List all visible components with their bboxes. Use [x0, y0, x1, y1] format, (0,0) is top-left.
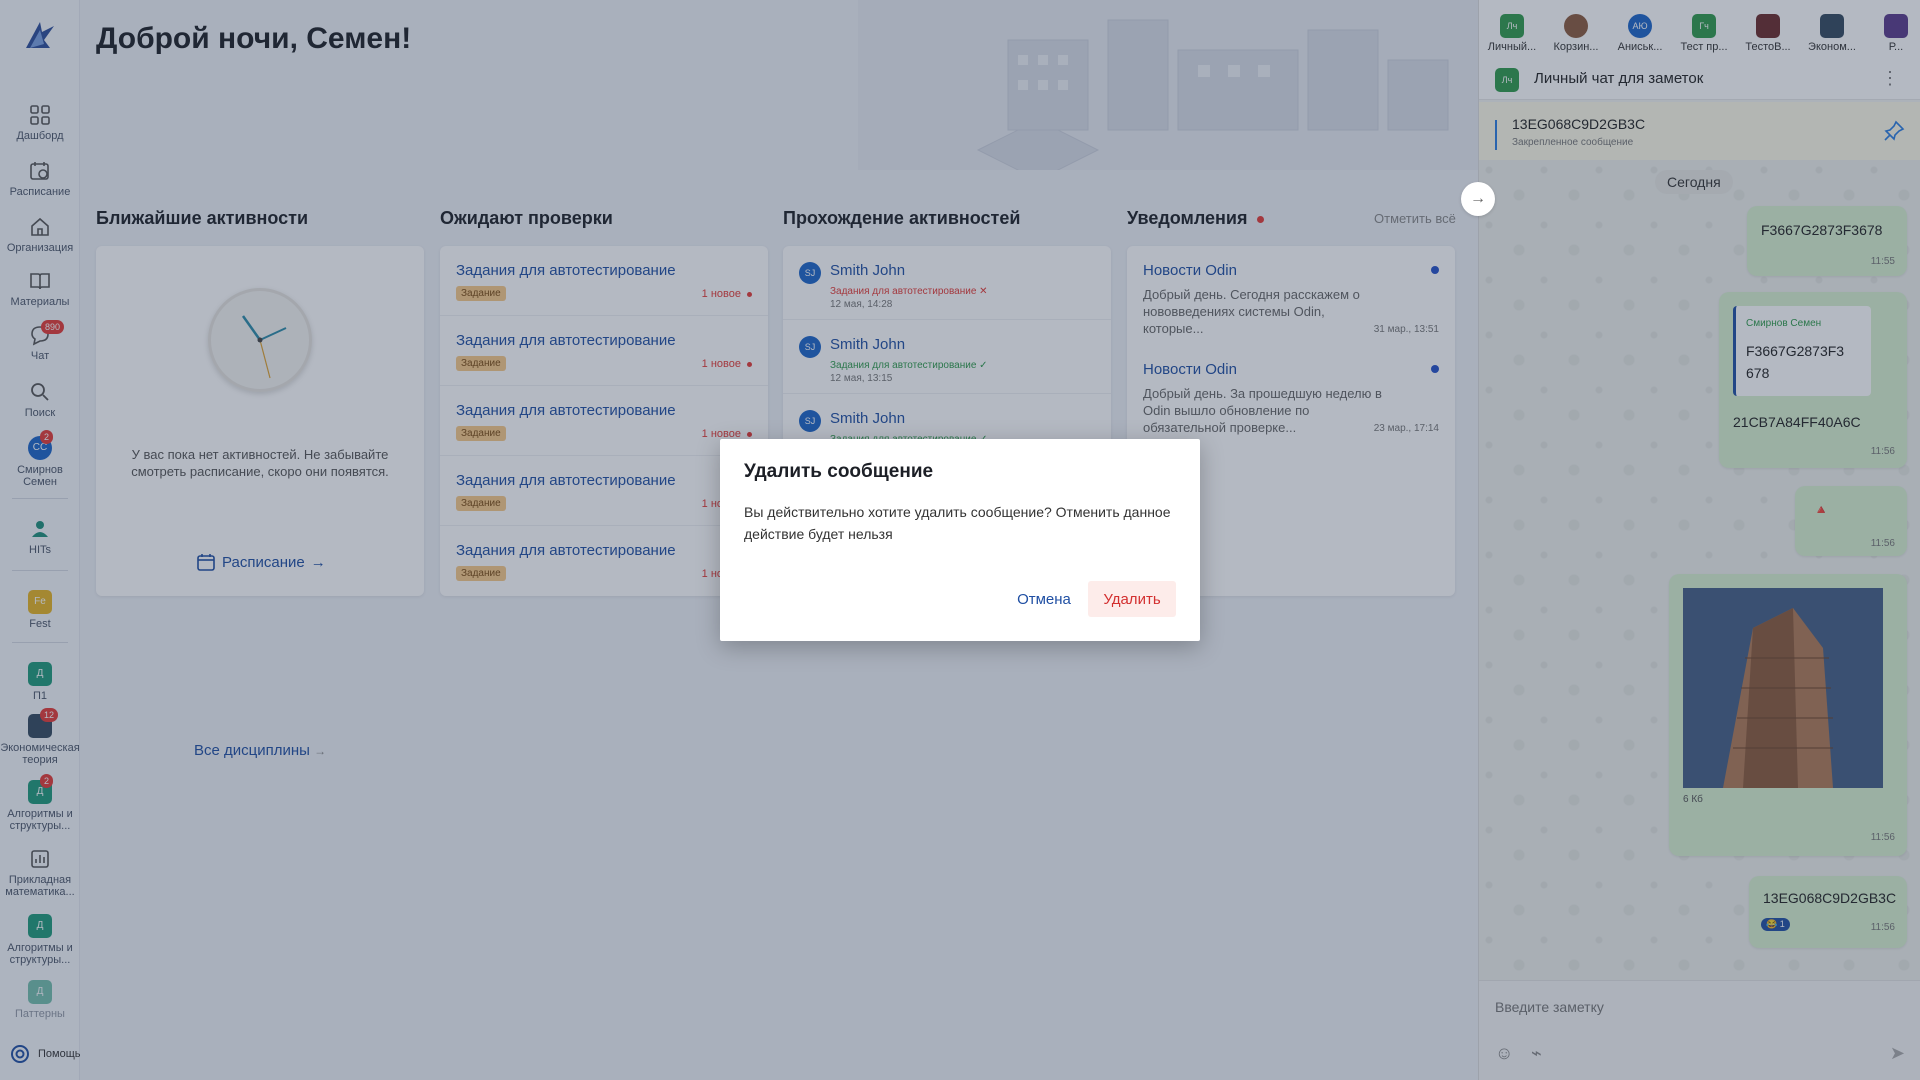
arrow-right-icon: → [1470, 190, 1486, 207]
cancel-button[interactable]: Отмена [1004, 581, 1084, 617]
delete-message-dialog: Удалить сообщение Вы действительно хотит… [720, 439, 1200, 641]
dialog-title: Удалить сообщение [744, 461, 934, 482]
collapse-chat-button[interactable]: → [1461, 182, 1495, 216]
delete-button[interactable]: Удалить [1088, 581, 1176, 617]
dialog-text: Вы действительно хотите удалить сообщени… [744, 504, 1171, 542]
